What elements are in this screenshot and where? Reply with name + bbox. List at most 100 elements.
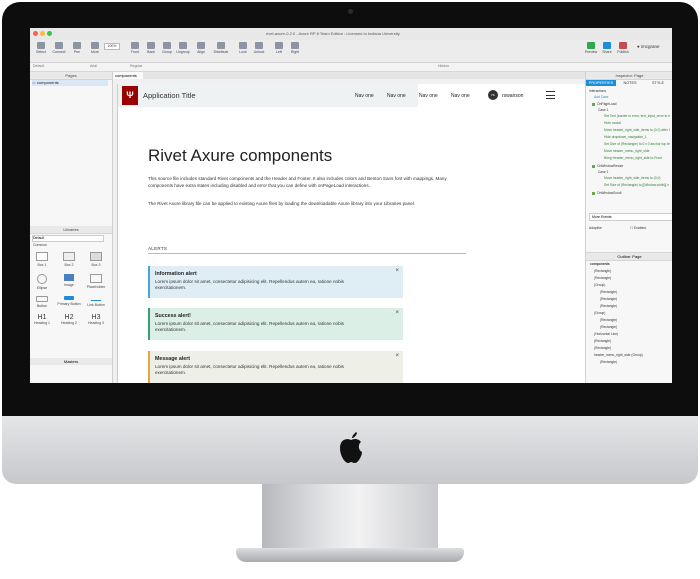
ungroup-tool[interactable]: Ungroup xyxy=(174,42,192,54)
widget-ellipse[interactable]: Ellipse xyxy=(30,274,54,290)
outline-item[interactable]: (Rectangle) xyxy=(600,318,617,322)
libraries-panel: Libraries Default Common Box 1 Box 2 Box… xyxy=(30,226,112,376)
action-item[interactable]: Hide modal xyxy=(604,121,621,125)
page-item-components[interactable]: ▭ components xyxy=(32,80,108,86)
event-onwindowresize[interactable]: OnWindowResize xyxy=(592,164,623,168)
outline-item[interactable]: (Rectangle) xyxy=(600,304,617,308)
widget-placeholder[interactable]: Placeholder xyxy=(84,274,108,289)
widget-heading-1[interactable]: H1 Heading 1 xyxy=(30,314,54,325)
tab-properties[interactable]: PROPERTIES xyxy=(586,80,616,86)
case-item[interactable]: Case 1 xyxy=(598,108,608,112)
library-group-common[interactable]: Common xyxy=(33,243,47,247)
pen-icon xyxy=(73,42,81,49)
publish-button[interactable]: Publish xyxy=(614,42,632,54)
close-icon[interactable]: × xyxy=(395,310,399,316)
widget-button[interactable]: Button xyxy=(30,296,54,308)
zoom-select[interactable]: 100% xyxy=(104,43,120,50)
outline-item[interactable]: (Rectangle) xyxy=(600,290,617,294)
unlock-tool[interactable]: Unlock xyxy=(250,42,268,54)
right-arrow-icon xyxy=(291,42,299,49)
widget-link-button[interactable]: Link Button xyxy=(84,296,108,307)
outline-item[interactable]: (Rectangle) xyxy=(594,339,611,343)
more-tool[interactable]: More xyxy=(86,42,104,54)
right-pane: Inspector: Page PROPERTIES NOTES STYLE I… xyxy=(585,72,672,383)
widget-box-1[interactable]: Box 1 xyxy=(30,252,54,267)
close-window-button[interactable] xyxy=(33,31,38,36)
nav-item-2[interactable]: Nav one xyxy=(387,93,406,99)
event-onpageload[interactable]: OnPageLoad xyxy=(592,102,616,106)
outline-item[interactable]: header_menu_right_side (Group) xyxy=(594,353,643,357)
tab-notes[interactable]: NOTES xyxy=(616,80,644,86)
widget-box-3[interactable]: Box 3 xyxy=(84,252,108,267)
app-title: Application Title xyxy=(143,91,196,100)
inspector-title: Inspector: Page xyxy=(586,72,672,80)
action-item[interactable]: Move header_right_side_items to (0,0) af… xyxy=(604,128,670,132)
close-icon[interactable]: × xyxy=(395,353,399,359)
outline-root[interactable]: components xyxy=(590,262,610,266)
button-icon xyxy=(36,296,48,302)
outline-item[interactable]: (Group) xyxy=(594,311,605,315)
select-tool[interactable]: Select xyxy=(32,42,50,54)
library-select[interactable]: Default xyxy=(32,235,104,242)
outline-item[interactable]: (Group) xyxy=(594,283,605,287)
add-case-link[interactable]: Add Case xyxy=(594,95,608,99)
widget-heading-3[interactable]: H3 Heading 3 xyxy=(84,314,108,325)
action-item[interactable]: Move header_right_side_items to (0,0) xyxy=(604,176,670,180)
align-tool[interactable]: Align xyxy=(192,42,210,54)
canvas-area: components Ψ Application Title Nav one N… xyxy=(113,72,585,383)
page-title: Rivet Axure components xyxy=(148,146,333,165)
username[interactable]: rswanson xyxy=(502,93,523,99)
zoom-window-button[interactable] xyxy=(47,31,52,36)
nav-item-4[interactable]: Nav one xyxy=(451,93,470,99)
action-item[interactable]: Set Size of (Rectangle) to 0 x 0 anchor … xyxy=(604,142,670,146)
ungroup-icon xyxy=(179,42,187,49)
pages-panel-title: Pages xyxy=(30,72,112,80)
case-item[interactable]: Case 1 xyxy=(598,170,608,174)
monitor-stand xyxy=(262,484,438,554)
hamburger-menu-icon[interactable] xyxy=(546,91,555,99)
nav-item-1[interactable]: Nav one xyxy=(355,93,374,99)
page-canvas[interactable]: Ψ Application Title Nav one Nav one Nav … xyxy=(118,84,585,383)
outline-item[interactable]: (Rectangle) xyxy=(594,276,611,280)
distribute-icon xyxy=(217,42,225,49)
action-item[interactable]: Set Text (border to error, text_input_er… xyxy=(604,114,670,118)
enabled-checkbox[interactable]: ☐ Enabled xyxy=(630,226,646,230)
tab-components[interactable]: components xyxy=(113,72,143,79)
widget-primary-button[interactable]: Primary Button xyxy=(57,296,81,306)
avatar[interactable]: rs xyxy=(488,90,498,100)
outline-item[interactable]: (Rectangle) xyxy=(600,325,617,329)
event-onwindowscroll[interactable]: OnWindowScroll xyxy=(592,191,621,195)
close-icon[interactable]: × xyxy=(395,268,399,274)
widget-image[interactable]: Image xyxy=(57,274,81,287)
minimize-window-button[interactable] xyxy=(40,31,45,36)
action-item[interactable]: Hide dropdown_navigation_1 xyxy=(604,135,670,139)
event-icon xyxy=(592,191,595,195)
more-icon xyxy=(91,42,99,49)
action-item[interactable]: Set Size of (Rectangle) to [[Window.widt… xyxy=(604,183,670,187)
action-item[interactable]: Move header_menu_right_side xyxy=(604,149,670,153)
outline-item[interactable]: (Rectangle) xyxy=(594,269,611,273)
window-title: rivet-axure-0.2.0 - Axure RP 8 Team Edit… xyxy=(266,31,400,36)
nav-item-3[interactable]: Nav one xyxy=(419,93,438,99)
send-back-icon xyxy=(147,42,155,49)
style-select[interactable]: Default xyxy=(33,64,44,68)
font-select[interactable]: Arial xyxy=(90,64,97,68)
right-tool[interactable]: Right xyxy=(286,42,304,54)
user-menu[interactable]: ● imcgrane xyxy=(637,44,659,49)
weight-select[interactable]: Regular xyxy=(130,64,142,68)
tab-style[interactable]: STYLE xyxy=(644,80,672,86)
outline-item[interactable]: (Rectangle) xyxy=(600,360,617,364)
action-item[interactable]: Bring Header_menu_right_side to Front xyxy=(604,156,670,160)
widget-heading-2[interactable]: H2 Heading 2 xyxy=(57,314,81,325)
group-icon xyxy=(163,42,171,49)
adaptive-label: Adaptive xyxy=(589,226,602,230)
more-events-select[interactable]: More Events xyxy=(589,213,672,221)
outline-item[interactable]: (Rectangle) xyxy=(594,346,611,350)
outline-item[interactable]: (Horizontal Line) xyxy=(594,332,618,336)
distribute-tool[interactable]: Distribute xyxy=(212,42,230,54)
pen-tool[interactable]: Pen xyxy=(68,42,86,54)
outline-item[interactable]: (Rectangle) xyxy=(600,297,617,301)
widget-box-2[interactable]: Box 2 xyxy=(57,252,81,267)
hidden-checkbox[interactable]: Hidden xyxy=(438,64,449,68)
connect-tool[interactable]: Connect xyxy=(50,42,68,54)
